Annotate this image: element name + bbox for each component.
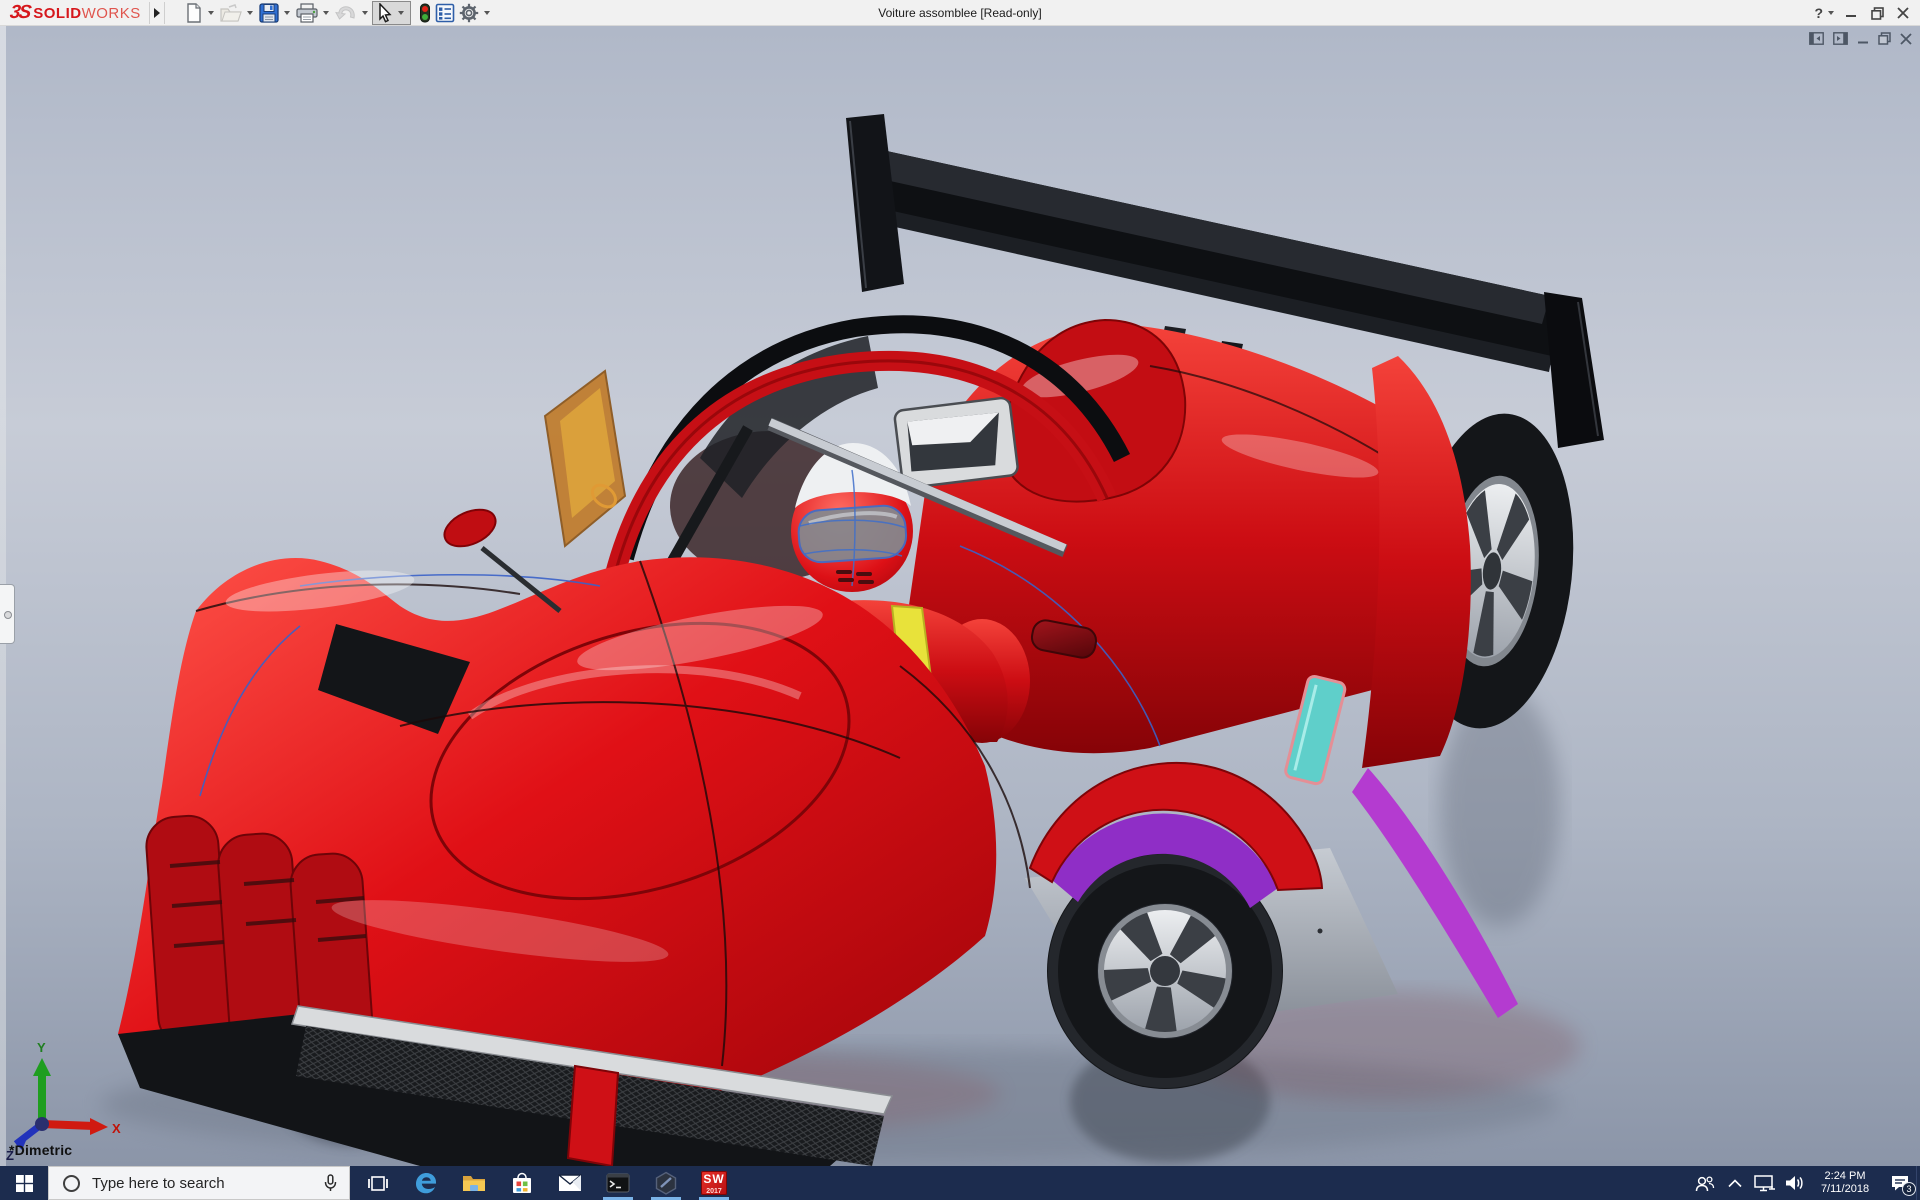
new-document-icon [187,2,201,23]
taskbar-pinned-apps: SW 2017 [354,1166,738,1200]
action-center-button[interactable]: 3 [1880,1166,1920,1200]
clock[interactable]: 2:24 PM 7/11/2018 [1812,1170,1878,1196]
start-button[interactable] [0,1166,48,1200]
undo-arrow-icon [334,5,355,20]
select-cursor-icon [379,2,392,23]
cad-viewer-button[interactable] [642,1166,690,1200]
restore-icon [1870,6,1884,20]
tray-date: 7/11/2018 [1820,1183,1870,1195]
task-view-button[interactable] [354,1166,402,1200]
model-scene: Z Y X [0,26,1920,1166]
document-minimize-button[interactable] [1857,33,1869,45]
sw-icon-text: SW [703,1172,725,1186]
file-explorer-button[interactable] [450,1166,498,1200]
select-tool-button[interactable] [371,0,411,25]
file-explorer-icon [463,1176,485,1191]
search-input[interactable] [92,1174,324,1192]
solidworks-app-icon: SW 2017 [701,1171,727,1195]
document-restore-button[interactable] [1878,32,1891,45]
show-desktop-button[interactable] [1916,1166,1920,1200]
menu-flyout-button[interactable] [148,1,165,24]
mail-icon [558,1174,582,1191]
options-button[interactable] [457,1,481,25]
graphics-viewport[interactable]: Z Y X *Dimetric [0,26,1920,1166]
microphone-icon[interactable] [324,1174,337,1192]
undo-button[interactable] [333,1,359,25]
feature-manager-collapsed-tab[interactable] [0,584,15,644]
close-icon [1897,7,1909,19]
select-dropdown-caret[interactable] [397,10,404,15]
open-button[interactable] [218,1,244,25]
title-bar: 3S SOLID WORKS Voiture assomblee [Read-o… [0,0,1920,26]
hexagon-app-icon [655,1171,677,1195]
volume-button[interactable] [1780,1175,1810,1191]
store-button[interactable] [498,1166,546,1200]
system-tray: 2:24 PM 7/11/2018 3 [1690,1166,1920,1200]
edge-icon [416,1173,436,1194]
options-gear-icon [459,3,478,22]
save-floppy-icon [259,2,279,23]
flyout-arrow-icon [153,7,160,18]
volume-icon [1786,1176,1803,1190]
people-icon [1695,1175,1715,1191]
command-prompt-button[interactable] [594,1166,642,1200]
sw-icon-year: 2017 [706,1188,722,1195]
display-settings-button[interactable] [433,1,457,25]
window-controls: ? [1806,0,1916,26]
triad-y-label: Y [37,1040,46,1055]
task-view-icon [368,1175,388,1191]
minimize-button[interactable] [1838,0,1864,26]
help-dropdown-caret[interactable] [1828,11,1834,15]
help-button[interactable]: ? [1806,5,1825,21]
open-folder-icon [220,3,242,22]
document-close-button[interactable] [1900,32,1912,45]
network-display-icon [1754,1174,1775,1191]
windows-logo-icon [15,1174,33,1192]
save-dropdown-caret[interactable] [283,10,290,15]
print-icon [296,2,318,23]
network-button[interactable] [1750,1174,1780,1192]
solidworks-logo-mark: 3S [8,1,31,23]
open-dropdown-caret[interactable] [246,10,253,15]
windows-taskbar: SW 2017 [0,1166,1920,1200]
print-button[interactable] [294,1,320,25]
undo-dropdown-caret[interactable] [361,10,368,15]
command-prompt-icon [606,1173,630,1193]
document-window-controls [1809,32,1912,45]
dock-panel-right-button[interactable] [1833,32,1848,45]
store-icon [513,1172,531,1193]
cortana-icon [63,1174,80,1192]
dock-panel-left-button[interactable] [1809,32,1824,45]
notification-badge: 3 [1902,1182,1916,1196]
tray-time: 2:24 PM [1824,1170,1866,1182]
chevron-up-icon [1728,1178,1742,1187]
close-button[interactable] [1890,0,1916,26]
display-settings-icon [435,3,455,22]
solidworks-logo-works: WORKS [81,4,141,22]
solidworks-logo-solid: SOLID [33,4,82,22]
hidden-icons-button[interactable] [1720,1178,1750,1188]
solidworks-logo: 3S SOLID WORKS [8,1,141,24]
new-dropdown-caret[interactable] [207,10,214,15]
solidworks-taskbar-button[interactable]: SW 2017 [690,1166,738,1200]
mail-button[interactable] [546,1166,594,1200]
triad-x-label: X [112,1121,121,1136]
taskbar-search[interactable] [48,1166,350,1200]
people-button[interactable] [1690,1175,1720,1192]
restore-button[interactable] [1864,0,1890,26]
stoplight-icon [419,3,430,22]
save-button[interactable] [257,1,281,25]
intake-box [893,396,1019,489]
options-dropdown-caret[interactable] [483,10,490,15]
minimize-icon [1846,15,1856,17]
standard-toolbar [183,0,494,25]
print-dropdown-caret[interactable] [322,10,329,15]
solidworks-window: 3S SOLID WORKS Voiture assomblee [Read-o… [0,0,1920,1200]
new-document-button[interactable] [183,1,205,25]
grille-divider [566,1064,620,1166]
rebuild-stoplight-button[interactable] [417,1,433,25]
edge-button[interactable] [402,1166,450,1200]
view-orientation-label: *Dimetric [9,1142,73,1158]
